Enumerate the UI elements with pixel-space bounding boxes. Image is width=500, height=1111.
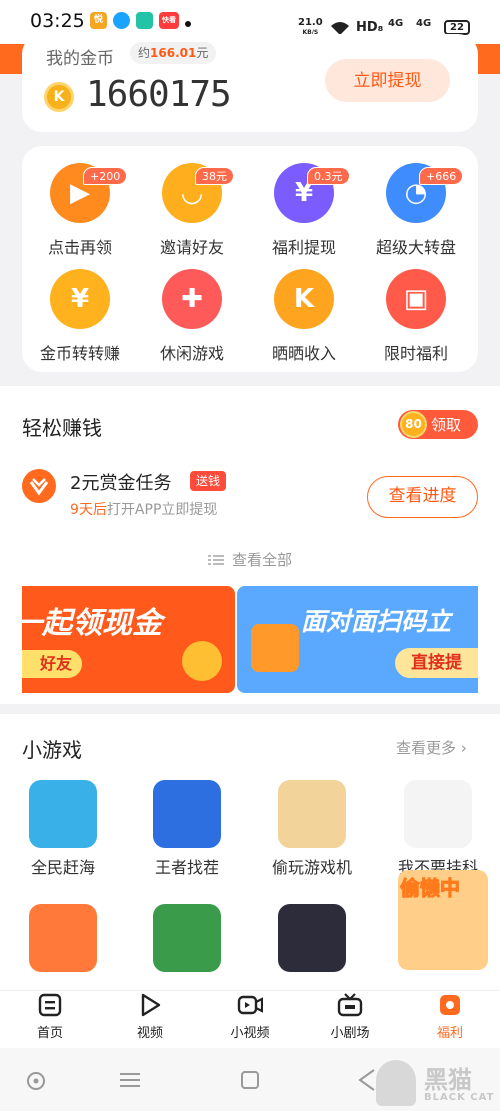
mini-games-title: 小游戏 xyxy=(22,738,82,762)
game-item[interactable]: 王者找茬 xyxy=(132,780,242,890)
play-icon xyxy=(141,993,161,1017)
signal-1-icon: 4G xyxy=(388,18,404,29)
claim-label[interactable]: 领取 xyxy=(431,414,461,435)
black-cat-logo-icon xyxy=(376,1060,416,1106)
game-item[interactable]: 全民赶海 xyxy=(8,780,118,890)
signal-2-icon: 4G xyxy=(416,18,432,29)
view-progress-button[interactable]: 查看进度 xyxy=(367,476,478,518)
tab-label: 福利 xyxy=(436,1026,463,1041)
task-description: 9天后打开APP立即提现 xyxy=(70,502,218,518)
chevron-right-icon: › xyxy=(460,739,467,757)
banner-scan-code[interactable]: 面对面扫码立 直接提 xyxy=(237,586,478,693)
grid-item-label: 邀请好友 xyxy=(159,238,224,257)
menu-icon[interactable] xyxy=(120,1072,140,1088)
banner-invite-cash[interactable]: 一起领现金 好友 xyxy=(22,586,235,693)
tab-item[interactable]: 视频 xyxy=(100,992,200,1048)
app-notification-icon: 悦 xyxy=(90,12,107,29)
tab-item[interactable]: 福利 xyxy=(400,992,500,1048)
grid-item[interactable]: ◔ 超级大转盘 +666 xyxy=(361,150,471,257)
grid-item[interactable]: ▣ 限时福利 xyxy=(361,256,471,363)
tab-label: 小剧场 xyxy=(330,1026,370,1041)
welfare-icon xyxy=(440,995,460,1015)
game-thumbnail-icon xyxy=(29,904,97,972)
gamepad-icon: ✚ xyxy=(162,269,222,329)
home-square-icon[interactable] xyxy=(241,1071,259,1089)
tab-label: 视频 xyxy=(136,1026,163,1041)
tab-item[interactable]: 小视频 xyxy=(200,992,300,1048)
game-thumbnail-icon xyxy=(404,780,472,848)
grid-item-label: 点击再领 xyxy=(47,238,112,257)
game-item[interactable]: 偷玩游戏机 xyxy=(257,780,367,890)
short-video-icon xyxy=(237,995,263,1015)
game-thumbnail-icon xyxy=(278,780,346,848)
grid-item-label: 金币转转赚 xyxy=(39,344,120,363)
task-heart-icon xyxy=(22,469,56,503)
view-all-label: 查看全部 xyxy=(231,551,292,569)
more-notifications-dot xyxy=(185,21,191,27)
tv-icon xyxy=(337,993,363,1017)
money-bag-icon: ¥ xyxy=(50,269,110,329)
grid-item[interactable]: ¥ 金币转转赚 xyxy=(25,256,135,363)
game-thumbnail-icon xyxy=(29,780,97,848)
grid-item[interactable]: ¥ 福利提现 0.3元 xyxy=(249,150,359,257)
slacking-label: 偷懒中 xyxy=(400,876,461,901)
list-icon xyxy=(207,555,224,565)
coin-stack-icon xyxy=(182,641,222,681)
banner-1-title: 一起领现金 xyxy=(22,606,162,641)
game-name: 全民赶海 xyxy=(30,858,95,877)
grid-item-badge: +200 xyxy=(83,167,128,185)
grid-item[interactable]: ◡ 邀请好友 38元 xyxy=(137,150,247,257)
grid-item-label: 超级大转盘 xyxy=(375,238,456,257)
tab-item[interactable]: 小剧场 xyxy=(300,992,400,1048)
banner-2-title: 面对面扫码立 xyxy=(301,607,452,636)
grid-item-label: 晒晒收入 xyxy=(271,344,336,363)
tab-label: 首页 xyxy=(36,1026,63,1041)
qq-notification-icon xyxy=(113,12,130,29)
status-time: 03:25 xyxy=(30,10,85,32)
kuaikan-notification-icon: 快看 xyxy=(159,12,179,29)
gift-box-icon xyxy=(251,624,299,672)
game-thumbnail-icon xyxy=(153,904,221,972)
k-coin-icon: K xyxy=(274,269,334,329)
game-name: 王者找茬 xyxy=(154,858,219,877)
k-coin-icon: K xyxy=(44,82,74,112)
easy-earn-title: 轻松赚钱 xyxy=(22,416,102,440)
grid-item-label: 休闲游戏 xyxy=(159,344,224,363)
view-all-link[interactable]: 查看全部 xyxy=(0,549,500,570)
claim-coin-icon: 80 xyxy=(400,411,427,438)
grid-item-badge: 0.3元 xyxy=(307,167,350,185)
task-tag: 送钱 xyxy=(190,471,227,491)
banner-2-button: 直接提 xyxy=(395,648,478,678)
message-notification-icon xyxy=(136,12,153,29)
task-title: 2元赏金任务 xyxy=(70,473,172,494)
game-thumbnail-icon xyxy=(153,780,221,848)
banner-1-button: 好友 xyxy=(22,650,82,678)
hd-voice-indicator: HD₈ xyxy=(356,20,384,35)
coin-amount: 1660175 xyxy=(86,74,232,115)
grid-item-label: 限时福利 xyxy=(383,344,448,363)
battery-icon: 22 xyxy=(444,20,470,35)
grid-item-label: 福利提现 xyxy=(271,238,336,257)
home-icon xyxy=(38,993,62,1017)
watermark: 黑猫 BLACK CAT xyxy=(372,1060,500,1110)
see-more-link[interactable]: 查看更多 › xyxy=(396,737,467,758)
gift-box-icon: ▣ xyxy=(386,269,446,329)
grid-item[interactable]: K 晒晒收入 xyxy=(249,256,359,363)
tab-item[interactable]: 首页 xyxy=(0,992,100,1048)
tab-label: 小视频 xyxy=(230,1026,270,1041)
game-name: 偷玩游戏机 xyxy=(271,858,352,877)
grid-item-badge: +666 xyxy=(419,167,464,185)
grid-item-badge: 38元 xyxy=(195,167,234,185)
grid-item[interactable]: ✚ 休闲游戏 xyxy=(137,256,247,363)
my-coins-label: 我的金币 xyxy=(46,49,114,69)
grid-item[interactable]: ▶ 点击再领 +200 xyxy=(25,150,135,257)
withdraw-button[interactable]: 立即提现 xyxy=(325,59,450,102)
game-thumbnail-icon xyxy=(278,904,346,972)
assistant-icon[interactable] xyxy=(26,1071,46,1091)
approx-value-badge: 约166.01元 xyxy=(130,42,217,64)
